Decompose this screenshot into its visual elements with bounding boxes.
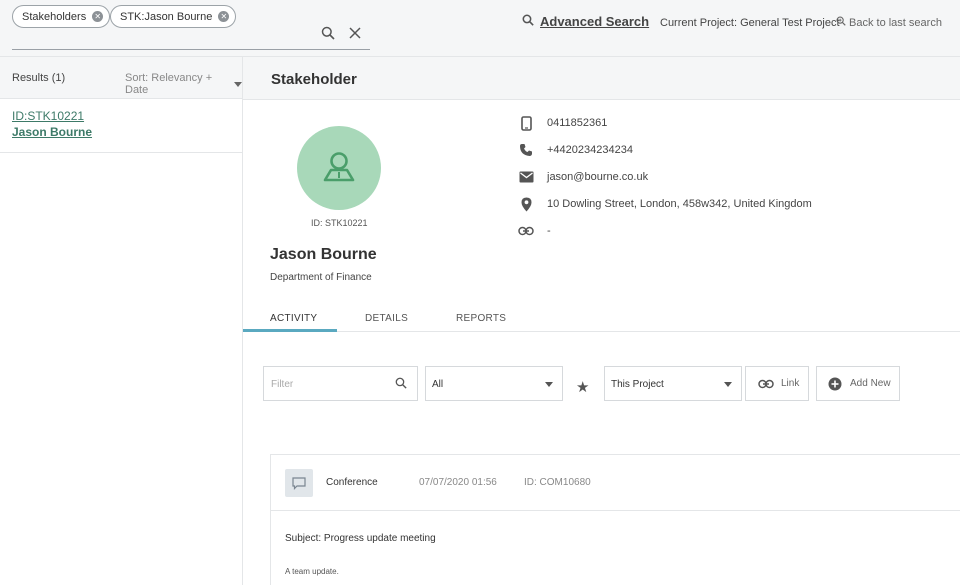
stakeholder-name: Jason Bourne [270,246,377,263]
search-icon [395,377,407,392]
contact-phone: +4420234234234 [518,142,633,158]
project-select[interactable]: This Project [604,366,742,401]
add-circle-icon [828,377,842,391]
active-tab-indicator [243,329,337,332]
back-to-last-search-link[interactable]: Back to last search [836,16,942,29]
location-pin-icon [518,196,534,212]
zoom-icon [836,16,846,29]
top-bar: Stakeholders ✕ STK:Jason Bourne ✕ Advanc… [0,0,960,57]
activity-type-select[interactable]: All [425,366,563,401]
activity-id: ID: COM10680 [524,477,591,488]
link-button-label: Link [781,378,800,389]
add-new-button[interactable]: Add New [816,366,900,401]
filter-placeholder: Filter [271,379,294,390]
person-icon [323,152,355,182]
mobile-value: 0411852361 [547,117,608,129]
stakeholder-department: Department of Finance [270,272,372,283]
tab-details[interactable]: DETAILS [365,313,408,324]
advanced-search-label: Advanced Search [540,14,650,29]
mobile-icon [518,115,534,131]
search-icon[interactable] [319,24,337,42]
stakeholder-detail: Stakeholder ID: STK10221 Jason Bourne De… [243,57,960,585]
activity-type-value: All [432,379,444,390]
email-icon [518,169,534,185]
chip-label: STK:Jason Bourne [120,10,213,23]
tab-reports[interactable]: REPORTS [456,313,506,324]
link-icon [518,223,534,239]
phone-value: +4420234234234 [547,144,633,156]
filter-chip-stakeholder-name[interactable]: STK:Jason Bourne ✕ [110,5,237,28]
results-panel: Results (1) Sort: Relevancy + Date ID:ST… [0,57,243,585]
caret-down-icon [234,81,242,87]
activity-datetime: 07/07/2020 01:56 [419,477,497,488]
clear-search-icon[interactable] [346,24,364,42]
stakeholder-id: ID: STK10221 [311,218,368,228]
tab-activity[interactable]: ACTIVITY [270,313,317,324]
filter-chip-stakeholders[interactable]: Stakeholders ✕ [12,5,111,28]
contact-email: jason@bourne.co.uk [518,169,648,185]
email-value: jason@bourne.co.uk [547,171,649,183]
search-icon [522,14,534,29]
sort-label: Sort: Relevancy + Date [125,72,213,96]
comment-icon [285,469,313,497]
results-count: Results (1) [12,72,66,84]
chip-label: Stakeholders [22,10,87,23]
result-name-link[interactable]: Jason Bourne [12,125,230,139]
contact-mobile: 0411852361 [518,115,607,131]
activity-type: Conference [326,477,378,488]
advanced-search-link[interactable]: Advanced Search [522,14,649,29]
contact-link: - [518,223,551,239]
search-box[interactable]: Stakeholders ✕ STK:Jason Bourne ✕ [12,0,370,50]
result-id-link[interactable]: ID:STK10221 [12,109,230,123]
chip-remove-icon[interactable]: ✕ [218,11,230,22]
filter-input[interactable]: Filter [263,366,418,401]
link-button[interactable]: Link [745,366,809,401]
add-new-label: Add New [850,378,891,389]
section-title: Stakeholder [271,71,357,88]
current-project-label: Current Project: General Test Project [660,17,840,29]
detail-tabs: ACTIVITY DETAILS REPORTS [243,307,960,332]
caret-down-icon [545,382,553,387]
phone-icon [518,142,534,158]
link-value: - [547,225,551,237]
activity-card-header: Conference 07/07/2020 01:56 ID: COM10680 [271,455,960,511]
results-header: Results (1) Sort: Relevancy + Date [0,57,242,99]
back-to-last-search-label: Back to last search [849,16,942,29]
avatar [297,126,381,210]
activity-subject: Subject: Progress update meeting [285,533,436,544]
link-icon [758,379,774,389]
detail-header: Stakeholder [243,57,960,100]
chip-remove-icon[interactable]: ✕ [92,11,104,22]
contact-address: 10 Dowling Street, London, 458w342, Unit… [518,196,812,212]
activity-body: A team update. [285,567,339,576]
star-icon[interactable]: ★ [576,378,589,396]
result-item[interactable]: ID:STK10221 Jason Bourne [0,99,242,153]
caret-down-icon [724,382,732,387]
address-value: 10 Dowling Street, London, 458w342, Unit… [547,198,812,210]
project-select-value: This Project [611,379,664,390]
activity-card[interactable]: Conference 07/07/2020 01:56 ID: COM10680… [270,454,960,585]
sort-dropdown[interactable]: Sort: Relevancy + Date [125,72,242,96]
